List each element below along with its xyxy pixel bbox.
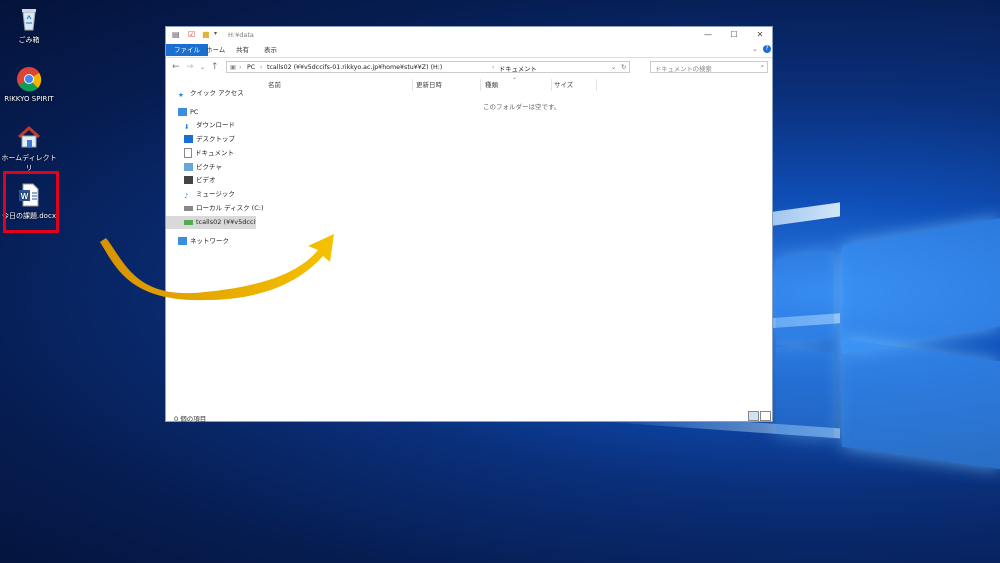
drag-arrow [100, 234, 334, 301]
arrow-shape [100, 234, 334, 301]
